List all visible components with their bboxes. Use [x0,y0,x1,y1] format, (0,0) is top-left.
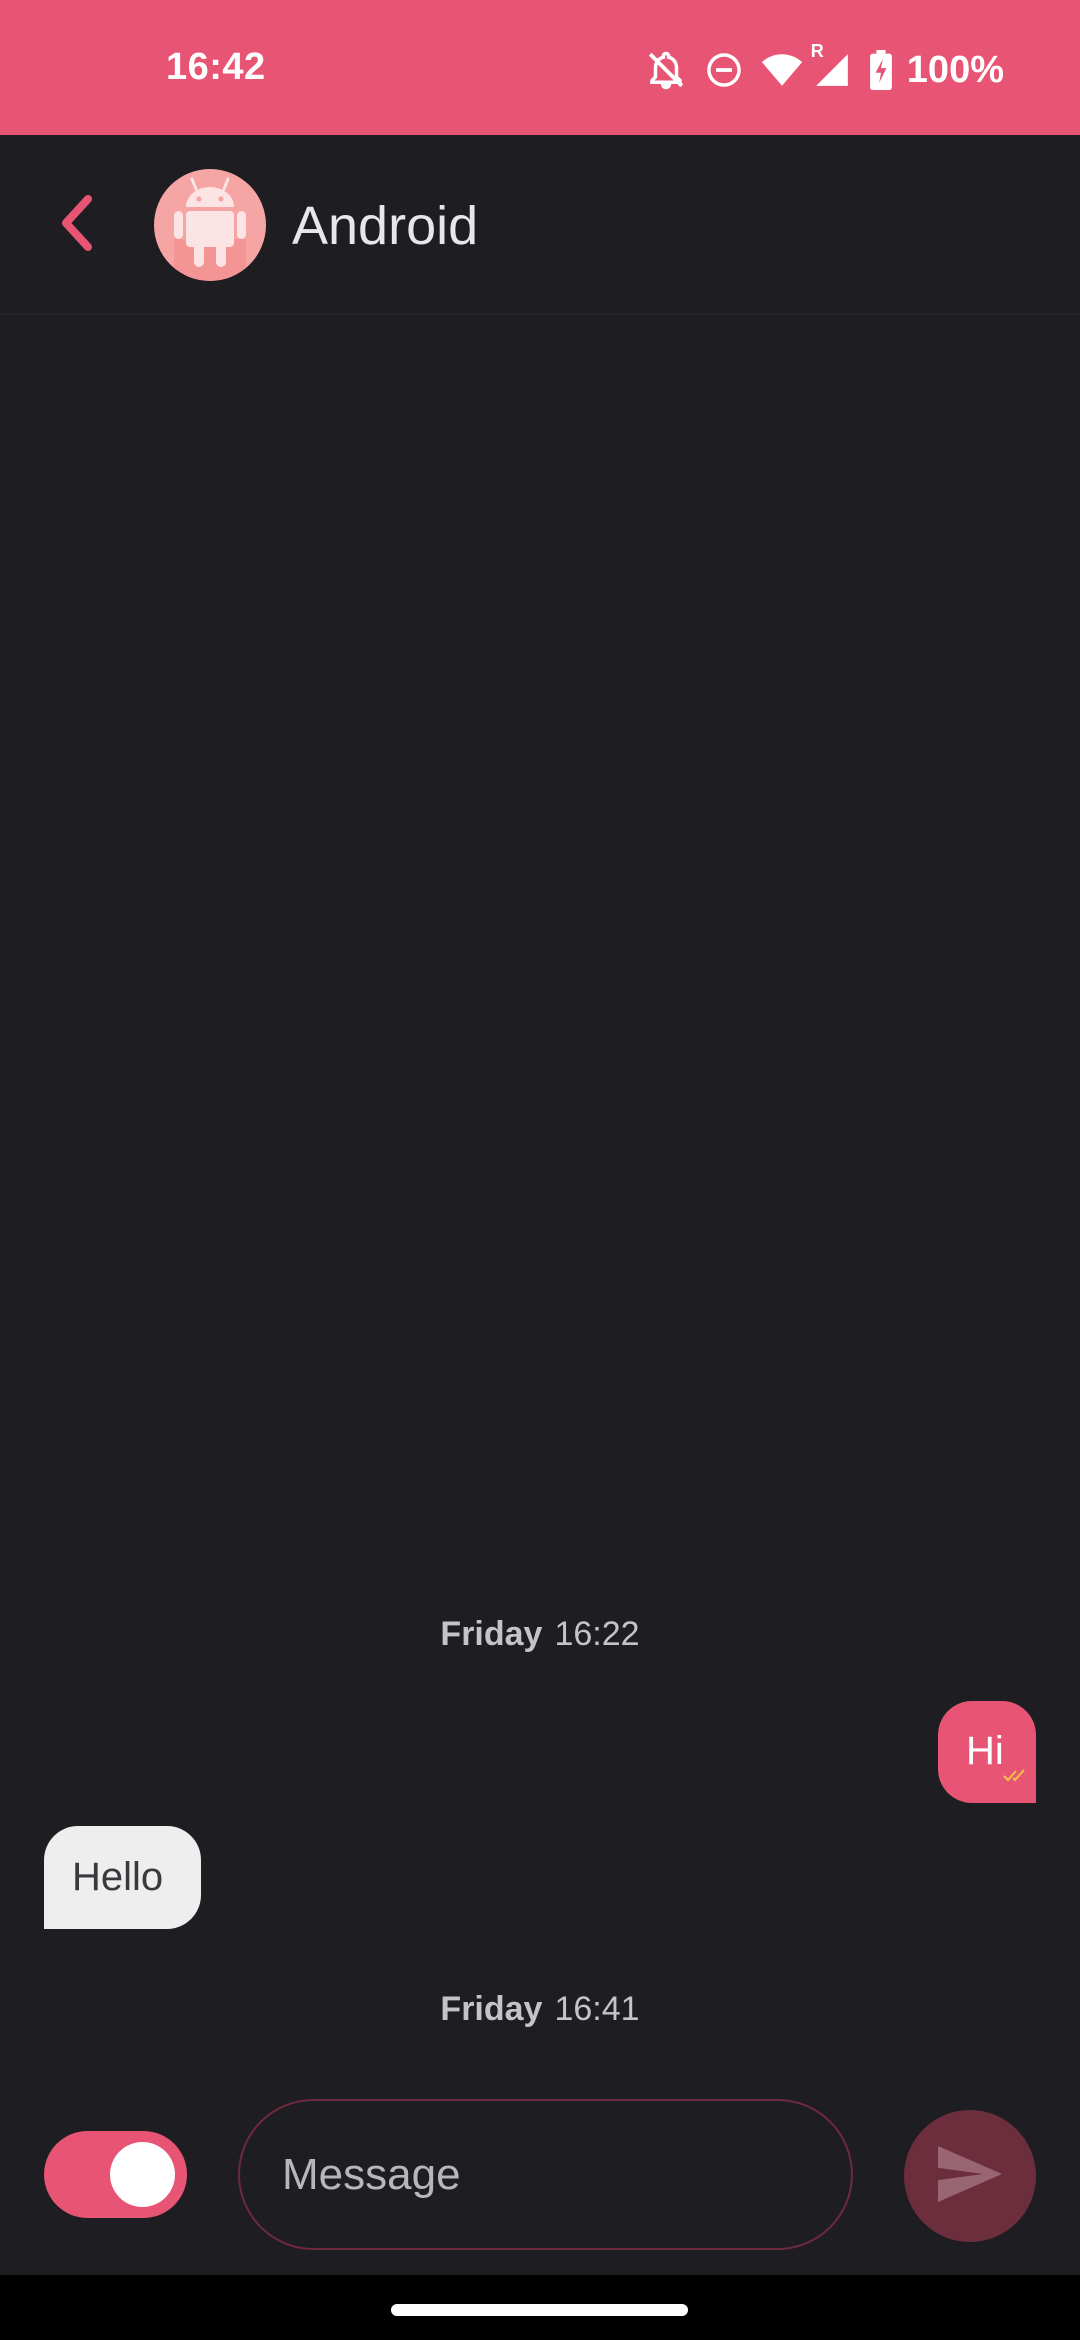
message-list[interactable]: Friday 16:22 Hi Hello Friday 16:41 [0,315,1080,2065]
status-bar: 16:42 R 100% [0,0,1080,135]
composer-toggle[interactable] [44,2131,187,2218]
send-button[interactable] [904,2110,1036,2242]
separator-day: Friday [440,1615,543,1653]
navigation-bar [0,2275,1080,2340]
roaming-indicator: R [810,41,824,61]
incoming-message-bubble[interactable]: Hello [44,1826,201,1929]
chevron-left-icon [56,193,96,258]
send-icon [938,2145,1002,2207]
message-text: Hello [72,1855,164,1899]
message-text: Hi [966,1729,1004,1773]
separator-time: 16:41 [554,1990,640,2028]
status-icons: R 100% [645,41,1004,96]
date-separator: Friday 16:22 [0,1615,1080,1654]
message-input[interactable] [282,2101,822,2248]
separator-day: Friday [440,1990,543,2028]
message-field[interactable] [238,2099,853,2250]
wifi-icon [761,51,803,89]
chat-header: Android [0,135,1080,315]
battery-percentage: 100% [906,48,1004,91]
separator-time: 16:22 [554,1615,640,1653]
do-not-disturb-icon [705,51,743,89]
signal-icon: R [811,41,851,89]
outgoing-message-bubble[interactable]: Hi [938,1701,1036,1803]
toggle-knob [110,2142,175,2207]
notifications-off-icon [645,49,687,91]
battery-charging-icon [869,50,893,90]
message-composer [0,2065,1080,2275]
double-check-icon [1002,1748,1030,1793]
date-separator: Friday 16:41 [0,1990,1080,2029]
status-time: 16:42 [166,46,266,88]
contact-name[interactable]: Android [292,195,478,257]
android-robot-icon [154,177,266,281]
avatar[interactable] [154,169,266,281]
home-indicator[interactable] [391,2304,688,2316]
back-button[interactable] [44,185,108,265]
